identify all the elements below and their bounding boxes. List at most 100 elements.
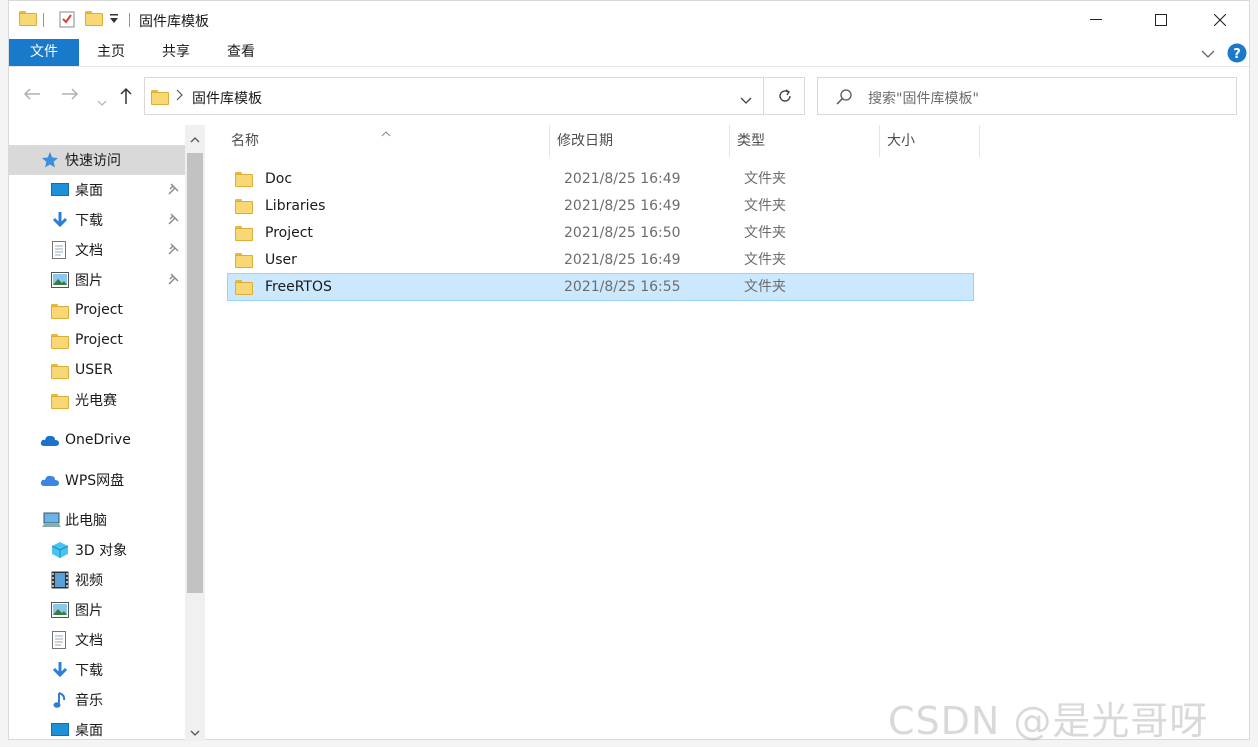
file-type: 文件夹 xyxy=(744,225,786,241)
search-box[interactable]: 搜索"固件库模板" xyxy=(817,77,1237,115)
column-divider[interactable] xyxy=(549,125,550,157)
download-icon xyxy=(51,661,69,679)
file-row[interactable]: Doc 2021/8/25 16:49 文件夹 xyxy=(227,166,974,193)
star-icon xyxy=(41,151,59,169)
navigation-pane: 快速访问 桌面 下载 文档 图片 Project Project USER 光电… xyxy=(9,125,205,741)
file-row-selected[interactable]: FreeRTOS 2021/8/25 16:55 文件夹 xyxy=(227,273,974,301)
column-header-date[interactable]: 修改日期 xyxy=(557,125,613,157)
nav-label: 视频 xyxy=(75,573,103,589)
nav-item-desktop[interactable]: 桌面 xyxy=(9,715,185,741)
nav-item-this-pc[interactable]: 此电脑 xyxy=(9,505,185,535)
file-type: 文件夹 xyxy=(744,252,786,268)
column-divider[interactable] xyxy=(879,125,880,157)
file-row[interactable]: Libraries 2021/8/25 16:49 文件夹 xyxy=(227,193,974,220)
tab-home[interactable]: 主页 xyxy=(89,39,133,66)
scrollbar-thumb[interactable] xyxy=(187,153,203,593)
scroll-up-icon[interactable] xyxy=(190,131,200,147)
up-button[interactable] xyxy=(119,87,133,110)
maximize-button[interactable] xyxy=(1138,1,1184,39)
file-row[interactable]: User 2021/8/25 16:49 文件夹 xyxy=(227,247,974,274)
search-input[interactable]: 搜索"固件库模板" xyxy=(868,88,979,108)
new-folder-icon[interactable] xyxy=(85,11,103,28)
pin-icon xyxy=(167,183,179,199)
minimize-button[interactable] xyxy=(1073,1,1119,39)
column-divider[interactable] xyxy=(729,125,730,157)
column-header-size[interactable]: 大小 xyxy=(887,125,915,157)
folder-icon xyxy=(235,172,253,187)
cloud-icon xyxy=(40,433,60,447)
file-name: FreeRTOS xyxy=(265,279,332,295)
nav-item-pictures[interactable]: 图片 xyxy=(9,595,185,625)
tab-share[interactable]: 共享 xyxy=(154,39,198,66)
nav-label: 下载 xyxy=(75,213,103,229)
picture-icon xyxy=(51,272,69,288)
nav-item-pictures[interactable]: 图片 xyxy=(9,265,185,295)
explorer-window: 固件库模板 文件 主页 共享 查看 ? 固件库模板 搜索"固件库模板" 快速访问… xyxy=(8,0,1250,741)
address-path[interactable]: 固件库模板 xyxy=(192,88,262,108)
document-icon xyxy=(52,241,66,259)
folder-icon[interactable] xyxy=(19,11,37,28)
nav-label: 图片 xyxy=(75,603,103,619)
minimize-icon xyxy=(1090,19,1102,20)
tab-view[interactable]: 查看 xyxy=(219,39,263,66)
nav-item-desktop[interactable]: 桌面 xyxy=(9,175,185,205)
properties-icon[interactable] xyxy=(59,10,75,32)
pin-icon xyxy=(167,243,179,259)
nav-item-wps-cloud[interactable]: WPS网盘 xyxy=(9,465,185,495)
title-bar: 固件库模板 xyxy=(9,1,1249,39)
close-button[interactable] xyxy=(1197,1,1243,39)
folder-icon xyxy=(51,363,69,379)
scroll-down-icon[interactable] xyxy=(190,725,200,741)
forward-button[interactable] xyxy=(61,85,79,106)
nav-item-project[interactable]: Project xyxy=(9,295,185,325)
recent-locations-button[interactable] xyxy=(97,90,107,111)
file-row[interactable]: Project 2021/8/25 16:50 文件夹 xyxy=(227,220,974,247)
nav-label: 快速访问 xyxy=(65,153,121,169)
background-right-edge xyxy=(1250,0,1258,747)
navigation-scrollbar[interactable] xyxy=(185,125,205,741)
tab-file[interactable]: 文件 xyxy=(9,39,79,66)
nav-item-quick-access[interactable]: 快速访问 xyxy=(9,145,185,175)
nav-label: 桌面 xyxy=(75,723,103,739)
address-bar[interactable]: 固件库模板 xyxy=(144,77,764,115)
nav-item-documents[interactable]: 文档 xyxy=(9,625,185,655)
nav-item-project[interactable]: Project xyxy=(9,325,185,355)
nav-item-optoelectronic[interactable]: 光电赛 xyxy=(9,385,185,415)
nav-label: 此电脑 xyxy=(65,513,107,529)
address-row: 固件库模板 搜索"固件库模板" xyxy=(9,73,1249,117)
nav-item-videos[interactable]: 视频 xyxy=(9,565,185,595)
help-icon[interactable]: ? xyxy=(1227,43,1247,67)
search-icon xyxy=(836,89,852,109)
file-date: 2021/8/25 16:50 xyxy=(564,225,681,241)
nav-item-onedrive[interactable]: OneDrive xyxy=(9,425,185,455)
nav-item-music[interactable]: 音乐 xyxy=(9,685,185,715)
column-header-name[interactable]: 名称 xyxy=(231,125,259,157)
nav-item-downloads[interactable]: 下载 xyxy=(9,205,185,235)
expand-ribbon-icon[interactable] xyxy=(1201,47,1215,63)
pin-icon xyxy=(167,273,179,289)
download-icon xyxy=(51,211,69,229)
nav-item-documents[interactable]: 文档 xyxy=(9,235,185,265)
watermark: CSDN @是光哥呀 xyxy=(888,699,1209,743)
nav-item-user[interactable]: USER xyxy=(9,355,185,385)
file-name: Project xyxy=(265,225,313,241)
refresh-icon xyxy=(778,89,791,102)
address-dropdown-icon[interactable] xyxy=(740,93,752,109)
refresh-button[interactable] xyxy=(765,77,805,115)
folder-icon xyxy=(235,226,253,241)
back-button[interactable] xyxy=(23,85,41,106)
maximize-icon xyxy=(1155,14,1167,26)
file-name: Doc xyxy=(265,171,293,187)
folder-icon xyxy=(235,253,253,268)
window-title: 固件库模板 xyxy=(139,14,209,30)
column-divider[interactable] xyxy=(979,125,980,157)
ribbon-tabs: 文件 主页 共享 查看 ? xyxy=(9,39,1249,67)
nav-item-downloads[interactable]: 下载 xyxy=(9,655,185,685)
customize-toolbar-icon[interactable] xyxy=(109,13,119,29)
chevron-right-icon[interactable] xyxy=(175,89,183,105)
file-date: 2021/8/25 16:49 xyxy=(564,198,681,214)
nav-item-3d-objects[interactable]: 3D 对象 xyxy=(9,535,185,565)
column-header-type[interactable]: 类型 xyxy=(737,125,765,157)
folder-icon xyxy=(235,280,253,295)
nav-label: 图片 xyxy=(75,273,103,289)
